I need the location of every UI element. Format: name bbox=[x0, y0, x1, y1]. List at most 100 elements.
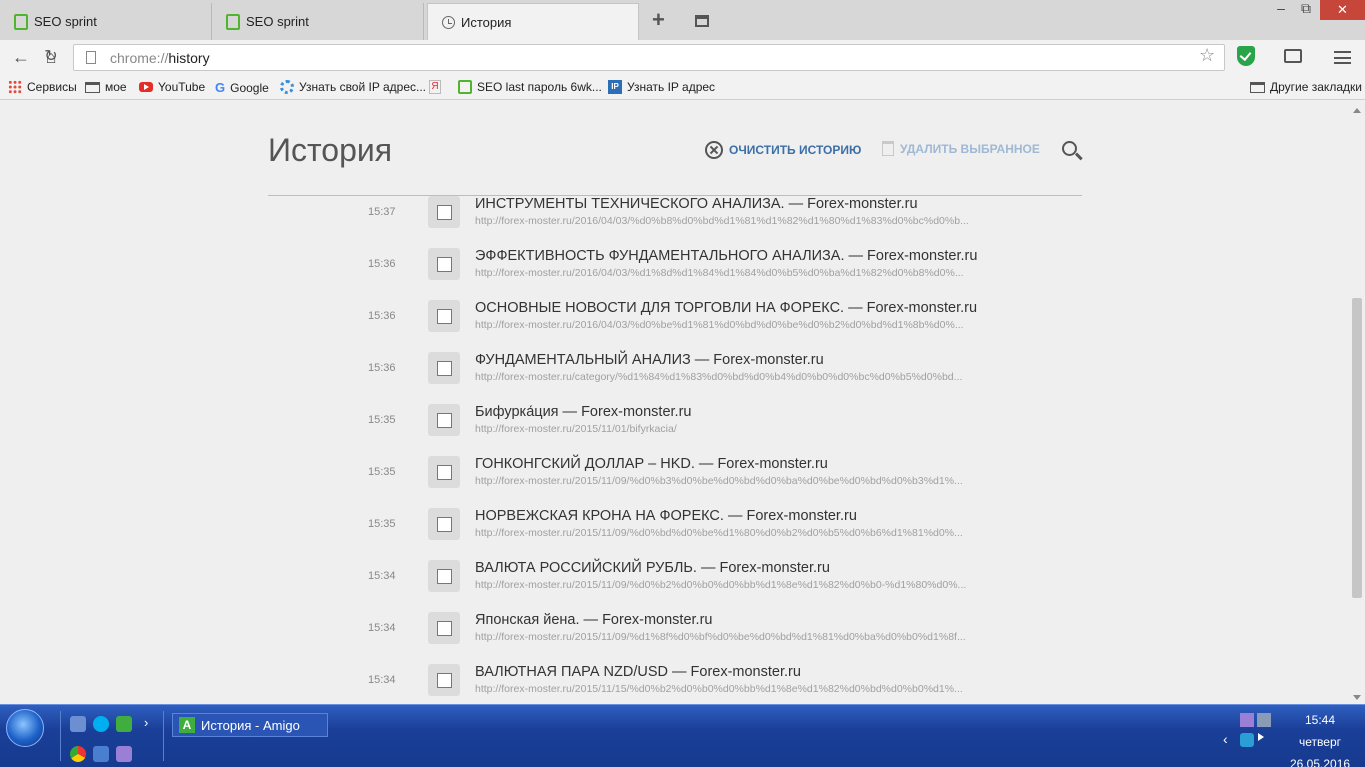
bookmark-services[interactable]: Сервисы bbox=[8, 80, 77, 94]
search-icon[interactable] bbox=[1062, 141, 1077, 156]
page-thumbnail-icon bbox=[428, 612, 460, 644]
bookmark-star-icon[interactable]: ☆ bbox=[1199, 45, 1215, 66]
new-tab-button[interactable]: + bbox=[652, 9, 665, 31]
entry-title-link[interactable]: ОСНОВНЫЕ НОВОСТИ ДЛЯ ТОРГОВЛИ НА ФОРЕКС.… bbox=[475, 300, 977, 316]
entry-time: 15:34 bbox=[368, 570, 396, 582]
entry-time: 15:35 bbox=[368, 414, 396, 426]
entry-title-link[interactable]: ВАЛЮТНАЯ ПАРА NZD/USD — Forex-monster.ru bbox=[475, 664, 801, 680]
tab-list-icon[interactable] bbox=[695, 15, 709, 27]
clock-day: четверг bbox=[1299, 735, 1341, 749]
entry-title-link[interactable]: ВАЛЮТА РОССИЙСКИЙ РУБЛЬ. — Forex-monster… bbox=[475, 560, 830, 576]
quicklaunch-app-icon[interactable] bbox=[70, 716, 86, 732]
close-window-button[interactable]: ✕ bbox=[1320, 0, 1365, 20]
url-scheme: chrome:// bbox=[110, 49, 169, 66]
entry-time: 15:34 bbox=[368, 674, 396, 686]
history-entry[interactable]: 15:36 ОСНОВНЫЕ НОВОСТИ ДЛЯ ТОРГОВЛИ НА ФО… bbox=[0, 300, 1100, 352]
bookmarks-bar: Сервисы мое YouTube G Google Узнать свой … bbox=[0, 74, 1365, 100]
clock-time: 15:44 bbox=[1304, 713, 1336, 727]
bookmark-seo-last[interactable]: SEO last пароль 6wk... bbox=[458, 80, 602, 94]
entry-title-link[interactable]: Бифурка́ция — Forex-monster.ru bbox=[475, 404, 691, 420]
page-title: История bbox=[268, 132, 393, 168]
tray-app-icon[interactable] bbox=[1240, 733, 1254, 747]
taskbar-window-amigo[interactable]: A История - Amigo bbox=[172, 713, 328, 737]
clock[interactable]: 15:44 четверг 26.05.2016 bbox=[1290, 709, 1350, 767]
menu-icon[interactable] bbox=[1334, 51, 1351, 64]
minimize-button[interactable]: – bbox=[1270, 0, 1292, 20]
history-entry[interactable]: 15:36 ФУНДАМЕНТАЛЬНЫЙ АНАЛИЗ — Forex-mons… bbox=[0, 352, 1100, 404]
tab-seo-sprint-1[interactable]: SEO sprint bbox=[0, 3, 212, 40]
scrollbar-thumb[interactable] bbox=[1352, 298, 1362, 598]
browser-toolbar: ← ⌂ ↻ chrome://history ☆ bbox=[0, 40, 1365, 74]
bookmark-folder-moe[interactable]: мое bbox=[85, 80, 127, 94]
tray-feather-icon[interactable] bbox=[1240, 713, 1254, 727]
entry-url: http://forex-moster.ru/2016/04/03/%d0%b8… bbox=[475, 215, 969, 227]
feather-icon[interactable] bbox=[116, 746, 132, 762]
quicklaunch-overflow-icon[interactable]: › bbox=[144, 715, 148, 730]
chrome-icon[interactable] bbox=[70, 746, 86, 762]
page-thumbnail-icon bbox=[428, 508, 460, 540]
bookmark-label: мое bbox=[105, 80, 127, 94]
tab-strip: SEO sprint SEO sprint История + – ⧉ ✕ bbox=[0, 0, 1365, 40]
entry-time: 15:36 bbox=[368, 258, 396, 270]
amigo-icon[interactable] bbox=[116, 716, 132, 732]
tab-seo-sprint-2[interactable]: SEO sprint bbox=[212, 3, 424, 40]
shield-app-icon[interactable] bbox=[93, 746, 109, 762]
other-bookmarks[interactable]: Другие закладки bbox=[1250, 80, 1362, 94]
delete-selected-button[interactable]: УДАЛИТЬ ВЫБРАННОЕ bbox=[882, 141, 1040, 156]
entry-url: http://forex-moster.ru/category/%d1%84%d… bbox=[475, 371, 963, 383]
tray-expand-icon[interactable]: ‹ bbox=[1223, 731, 1228, 747]
bookmark-youtube[interactable]: YouTube bbox=[139, 80, 205, 94]
entry-url: http://forex-moster.ru/2016/04/03/%d1%8d… bbox=[475, 267, 964, 279]
address-bar[interactable]: ↻ chrome://history bbox=[44, 44, 1225, 71]
restore-button[interactable]: ⧉ bbox=[1295, 0, 1317, 20]
entry-title-link[interactable]: Японская йена. — Forex-monster.ru bbox=[475, 612, 712, 628]
page-thumbnail-icon bbox=[428, 248, 460, 280]
scroll-up-arrow-icon[interactable] bbox=[1353, 108, 1361, 113]
entry-title-link[interactable]: ФУНДАМЕНТАЛЬНЫЙ АНАЛИЗ — Forex-monster.r… bbox=[475, 352, 824, 368]
bookmark-label: Сервисы bbox=[27, 80, 77, 94]
entry-title-link[interactable]: НОРВЕЖСКАЯ КРОНА НА ФОРЕКС. — Forex-mons… bbox=[475, 508, 857, 524]
bookmark-label: Узнать IP адрес bbox=[627, 80, 716, 94]
page-thumbnail-icon bbox=[428, 456, 460, 488]
folder-icon bbox=[1250, 81, 1265, 93]
bookmark-google[interactable]: G Google bbox=[215, 80, 269, 95]
history-entry[interactable]: 15:34 ВАЛЮТА РОССИЙСКИЙ РУБЛЬ. — Forex-mo… bbox=[0, 560, 1100, 612]
history-list: 15:37 ИНСТРУМЕНТЫ ТЕХНИЧЕСКОГО АНАЛИЗА. —… bbox=[0, 196, 1350, 704]
scroll-down-arrow-icon[interactable] bbox=[1353, 695, 1361, 700]
entry-url: http://forex-moster.ru/2015/11/09/%d0%bd… bbox=[475, 527, 963, 539]
page-thumbnail-icon bbox=[428, 404, 460, 436]
chat-icon[interactable] bbox=[1284, 49, 1302, 63]
history-entry[interactable]: 15:35 НОРВЕЖСКАЯ КРОНА НА ФОРЕКС. — Forex… bbox=[0, 508, 1100, 560]
bookmark-my-ip[interactable]: Узнать свой IP адрес... bbox=[280, 80, 426, 94]
taskbar-separator bbox=[60, 711, 61, 761]
volume-icon[interactable] bbox=[1258, 733, 1264, 741]
history-entry[interactable]: 15:35 Бифурка́ция — Forex-monster.ru http:… bbox=[0, 404, 1100, 456]
taskbar-window-label: История - Amigo bbox=[201, 717, 300, 733]
history-entry[interactable]: 15:37 ИНСТРУМЕНТЫ ТЕХНИЧЕСКОГО АНАЛИЗА. —… bbox=[0, 196, 1100, 248]
bookmark-ip-address[interactable]: IP Узнать IP адрес bbox=[608, 80, 715, 94]
protect-shield-icon[interactable] bbox=[1237, 46, 1255, 66]
entry-title-link[interactable]: ЭФФЕКТИВНОСТЬ ФУНДАМЕНТАЛЬНОГО АНАЛИЗА. … bbox=[475, 248, 977, 264]
clear-history-button[interactable]: ОЧИСТИТЬ ИСТОРИЮ bbox=[705, 141, 861, 159]
reload-icon[interactable]: ↻ bbox=[40, 46, 62, 68]
history-entry[interactable]: 15:34 Японская йена. — Forex-monster.ru ht… bbox=[0, 612, 1100, 664]
scrollbar[interactable] bbox=[1350, 100, 1365, 704]
taskbar: › A История - Amigo ‹ 15:44 четверг 26.0… bbox=[0, 704, 1365, 767]
tab-history[interactable]: История bbox=[427, 3, 639, 40]
history-entry[interactable]: 15:34 ВАЛЮТНАЯ ПАРА NZD/USD — Forex-monst… bbox=[0, 664, 1100, 704]
back-arrow-icon[interactable]: ← bbox=[10, 46, 32, 68]
start-button[interactable] bbox=[6, 709, 44, 747]
entry-title-link[interactable]: ГОНКОНГСКИЙ ДОЛЛАР – HKD. — Forex-monste… bbox=[475, 456, 828, 472]
skype-icon[interactable] bbox=[93, 716, 109, 732]
history-entry[interactable]: 15:36 ЭФФЕКТИВНОСТЬ ФУНДАМЕНТАЛЬНОГО АНАЛ… bbox=[0, 248, 1100, 300]
entry-title-link[interactable]: ИНСТРУМЕНТЫ ТЕХНИЧЕСКОГО АНАЛИЗА. — Fore… bbox=[475, 196, 918, 212]
network-icon[interactable] bbox=[1257, 713, 1271, 727]
entry-time: 15:36 bbox=[368, 310, 396, 322]
amigo-icon: A bbox=[179, 717, 195, 733]
bookmark-label: Google bbox=[230, 80, 269, 95]
history-entry[interactable]: 15:35 ГОНКОНГСКИЙ ДОЛЛАР – HKD. — Forex-m… bbox=[0, 456, 1100, 508]
page-icon bbox=[86, 51, 96, 64]
gear-icon bbox=[280, 80, 294, 94]
bookmark-yandex[interactable]: Я bbox=[429, 80, 441, 94]
entry-url: http://forex-moster.ru/2015/11/01/bifyrk… bbox=[475, 423, 677, 435]
